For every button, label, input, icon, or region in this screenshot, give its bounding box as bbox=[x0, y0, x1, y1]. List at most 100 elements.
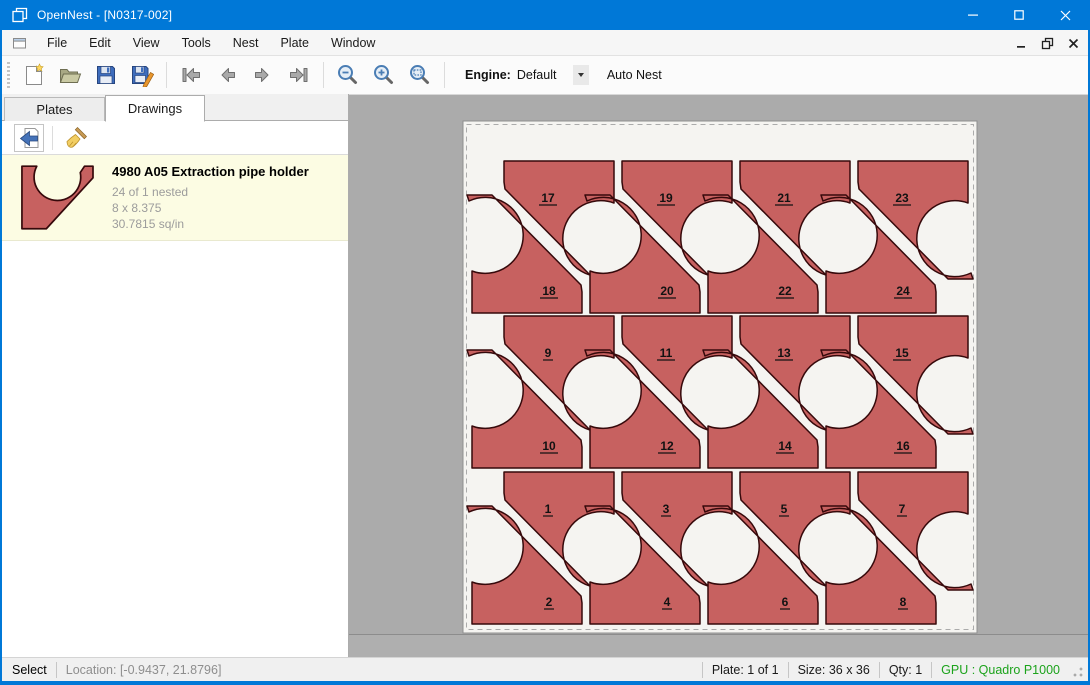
go-previous-button[interactable] bbox=[211, 60, 243, 90]
open-folder-icon bbox=[58, 63, 82, 87]
part-label-15: 15 bbox=[895, 346, 909, 360]
toolbar-separator bbox=[323, 62, 324, 88]
menu-bar: FileEditViewToolsNestPlateWindow bbox=[2, 30, 1088, 56]
part-label-6: 6 bbox=[782, 595, 789, 609]
toolbar-separator bbox=[166, 62, 167, 88]
zoom-out-icon bbox=[336, 63, 360, 87]
window-title: OpenNest - [N0317-002] bbox=[37, 8, 172, 22]
status-mode: Select bbox=[12, 663, 47, 677]
go-next-icon bbox=[251, 63, 275, 87]
return-part-button[interactable] bbox=[14, 124, 44, 152]
part-label-7: 7 bbox=[899, 502, 906, 516]
app-icon bbox=[12, 7, 28, 23]
toolbar-grip[interactable] bbox=[7, 62, 10, 88]
nest-canvas[interactable]: 171921231820222491113151012141613572468 bbox=[349, 95, 1090, 634]
part-label-20: 20 bbox=[660, 284, 674, 298]
menu-item-window[interactable]: Window bbox=[320, 31, 386, 55]
app-window: OpenNest - [N0317-002] FileEditViewTools… bbox=[0, 0, 1090, 685]
statusbar-separator bbox=[788, 662, 789, 678]
new-document-button[interactable] bbox=[18, 60, 50, 90]
tab-drawings[interactable]: Drawings bbox=[105, 95, 205, 122]
resize-grip-icon[interactable] bbox=[1070, 666, 1084, 680]
nest-svg: 171921231820222491113151012141613572468 bbox=[349, 95, 1090, 634]
part-label-8: 8 bbox=[900, 595, 907, 609]
part-label-2: 2 bbox=[546, 595, 553, 609]
statusbar-separator bbox=[879, 662, 880, 678]
go-first-button[interactable] bbox=[175, 60, 207, 90]
part-label-10: 10 bbox=[542, 439, 556, 453]
auto-nest-button[interactable]: Auto Nest bbox=[599, 63, 670, 87]
drawing-area: 30.7815 sq/in bbox=[112, 216, 340, 232]
part-label-18: 18 bbox=[542, 284, 556, 298]
drawings-panel-toolbar bbox=[2, 121, 348, 155]
zoom-in-icon bbox=[372, 63, 396, 87]
part-label-1: 1 bbox=[545, 502, 552, 516]
close-button[interactable] bbox=[1042, 0, 1088, 30]
part-label-14: 14 bbox=[778, 439, 792, 453]
part-label-4: 4 bbox=[664, 595, 671, 609]
new-document-icon bbox=[22, 63, 46, 87]
part-label-5: 5 bbox=[781, 502, 788, 516]
minimize-icon bbox=[968, 10, 978, 20]
drawing-title: 4980 A05 Extraction pipe holder bbox=[112, 164, 340, 179]
return-part-icon bbox=[17, 126, 41, 150]
go-last-button[interactable] bbox=[283, 60, 315, 90]
part-label-3: 3 bbox=[663, 502, 670, 516]
status-gpu: GPU : Quadro P1000 bbox=[941, 663, 1060, 677]
mdi-minimize-button[interactable] bbox=[1012, 34, 1030, 52]
part-label-24: 24 bbox=[896, 284, 910, 298]
part-label-11: 11 bbox=[660, 346, 673, 360]
drawing-nested-count: 24 of 1 nested bbox=[112, 184, 340, 200]
part-label-9: 9 bbox=[545, 346, 552, 360]
part-thumbnail bbox=[16, 163, 100, 233]
part-label-17: 17 bbox=[541, 191, 555, 205]
menu-items: FileEditViewToolsNestPlateWindow bbox=[36, 31, 386, 55]
window-bottom-border bbox=[2, 681, 1088, 685]
statusbar-separator bbox=[702, 662, 703, 678]
canvas-horizontal-scrollbar[interactable] bbox=[349, 634, 1090, 657]
panel-toolbar-separator bbox=[52, 126, 53, 150]
engine-select-value[interactable]: Default bbox=[517, 68, 573, 82]
status-bar: Select Location: [-0.9437, 21.8796] Plat… bbox=[2, 657, 1088, 681]
main-toolbar: Engine: Default Auto Nest bbox=[2, 56, 1088, 95]
statusbar-separator bbox=[56, 662, 57, 678]
engine-dropdown-button[interactable] bbox=[573, 65, 589, 85]
tab-plates[interactable]: Plates bbox=[4, 97, 105, 121]
go-last-icon bbox=[287, 63, 311, 87]
mdi-restore-button[interactable] bbox=[1038, 34, 1056, 52]
title-bar: OpenNest - [N0317-002] bbox=[2, 0, 1088, 30]
drawings-panel: 4980 A05 Extraction pipe holder 24 of 1 … bbox=[2, 121, 349, 657]
save-as-button[interactable] bbox=[126, 60, 158, 90]
zoom-fit-button[interactable] bbox=[404, 60, 436, 90]
chevron-down-icon bbox=[578, 73, 584, 77]
engine-label: Engine: bbox=[465, 68, 511, 82]
part-label-19: 19 bbox=[659, 191, 673, 205]
menu-item-file[interactable]: File bbox=[36, 31, 78, 55]
part-label-16: 16 bbox=[896, 439, 910, 453]
menu-item-nest[interactable]: Nest bbox=[222, 31, 270, 55]
status-plate: Plate: 1 of 1 bbox=[712, 663, 779, 677]
minimize-button[interactable] bbox=[950, 0, 996, 30]
maximize-icon bbox=[1014, 10, 1024, 20]
save-button[interactable] bbox=[90, 60, 122, 90]
mdi-close-button[interactable] bbox=[1064, 34, 1082, 52]
menu-item-view[interactable]: View bbox=[122, 31, 171, 55]
zoom-out-button[interactable] bbox=[332, 60, 364, 90]
save-as-icon bbox=[130, 63, 154, 87]
menu-item-edit[interactable]: Edit bbox=[78, 31, 122, 55]
menu-item-plate[interactable]: Plate bbox=[269, 31, 320, 55]
go-next-button[interactable] bbox=[247, 60, 279, 90]
toolbar-separator bbox=[444, 62, 445, 88]
clear-nest-button[interactable] bbox=[61, 124, 91, 152]
open-folder-button[interactable] bbox=[54, 60, 86, 90]
drawing-size: 8 x 8.375 bbox=[112, 200, 340, 216]
menu-item-tools[interactable]: Tools bbox=[171, 31, 222, 55]
maximize-button[interactable] bbox=[996, 0, 1042, 30]
part-label-21: 21 bbox=[777, 191, 791, 205]
status-location: Location: [-0.9437, 21.8796] bbox=[66, 663, 222, 677]
part-label-12: 12 bbox=[660, 439, 674, 453]
zoom-in-button[interactable] bbox=[368, 60, 400, 90]
mdi-restore-icon bbox=[1041, 37, 1054, 50]
status-size: Size: 36 x 36 bbox=[798, 663, 870, 677]
drawing-list-item[interactable]: 4980 A05 Extraction pipe holder 24 of 1 … bbox=[2, 155, 348, 241]
